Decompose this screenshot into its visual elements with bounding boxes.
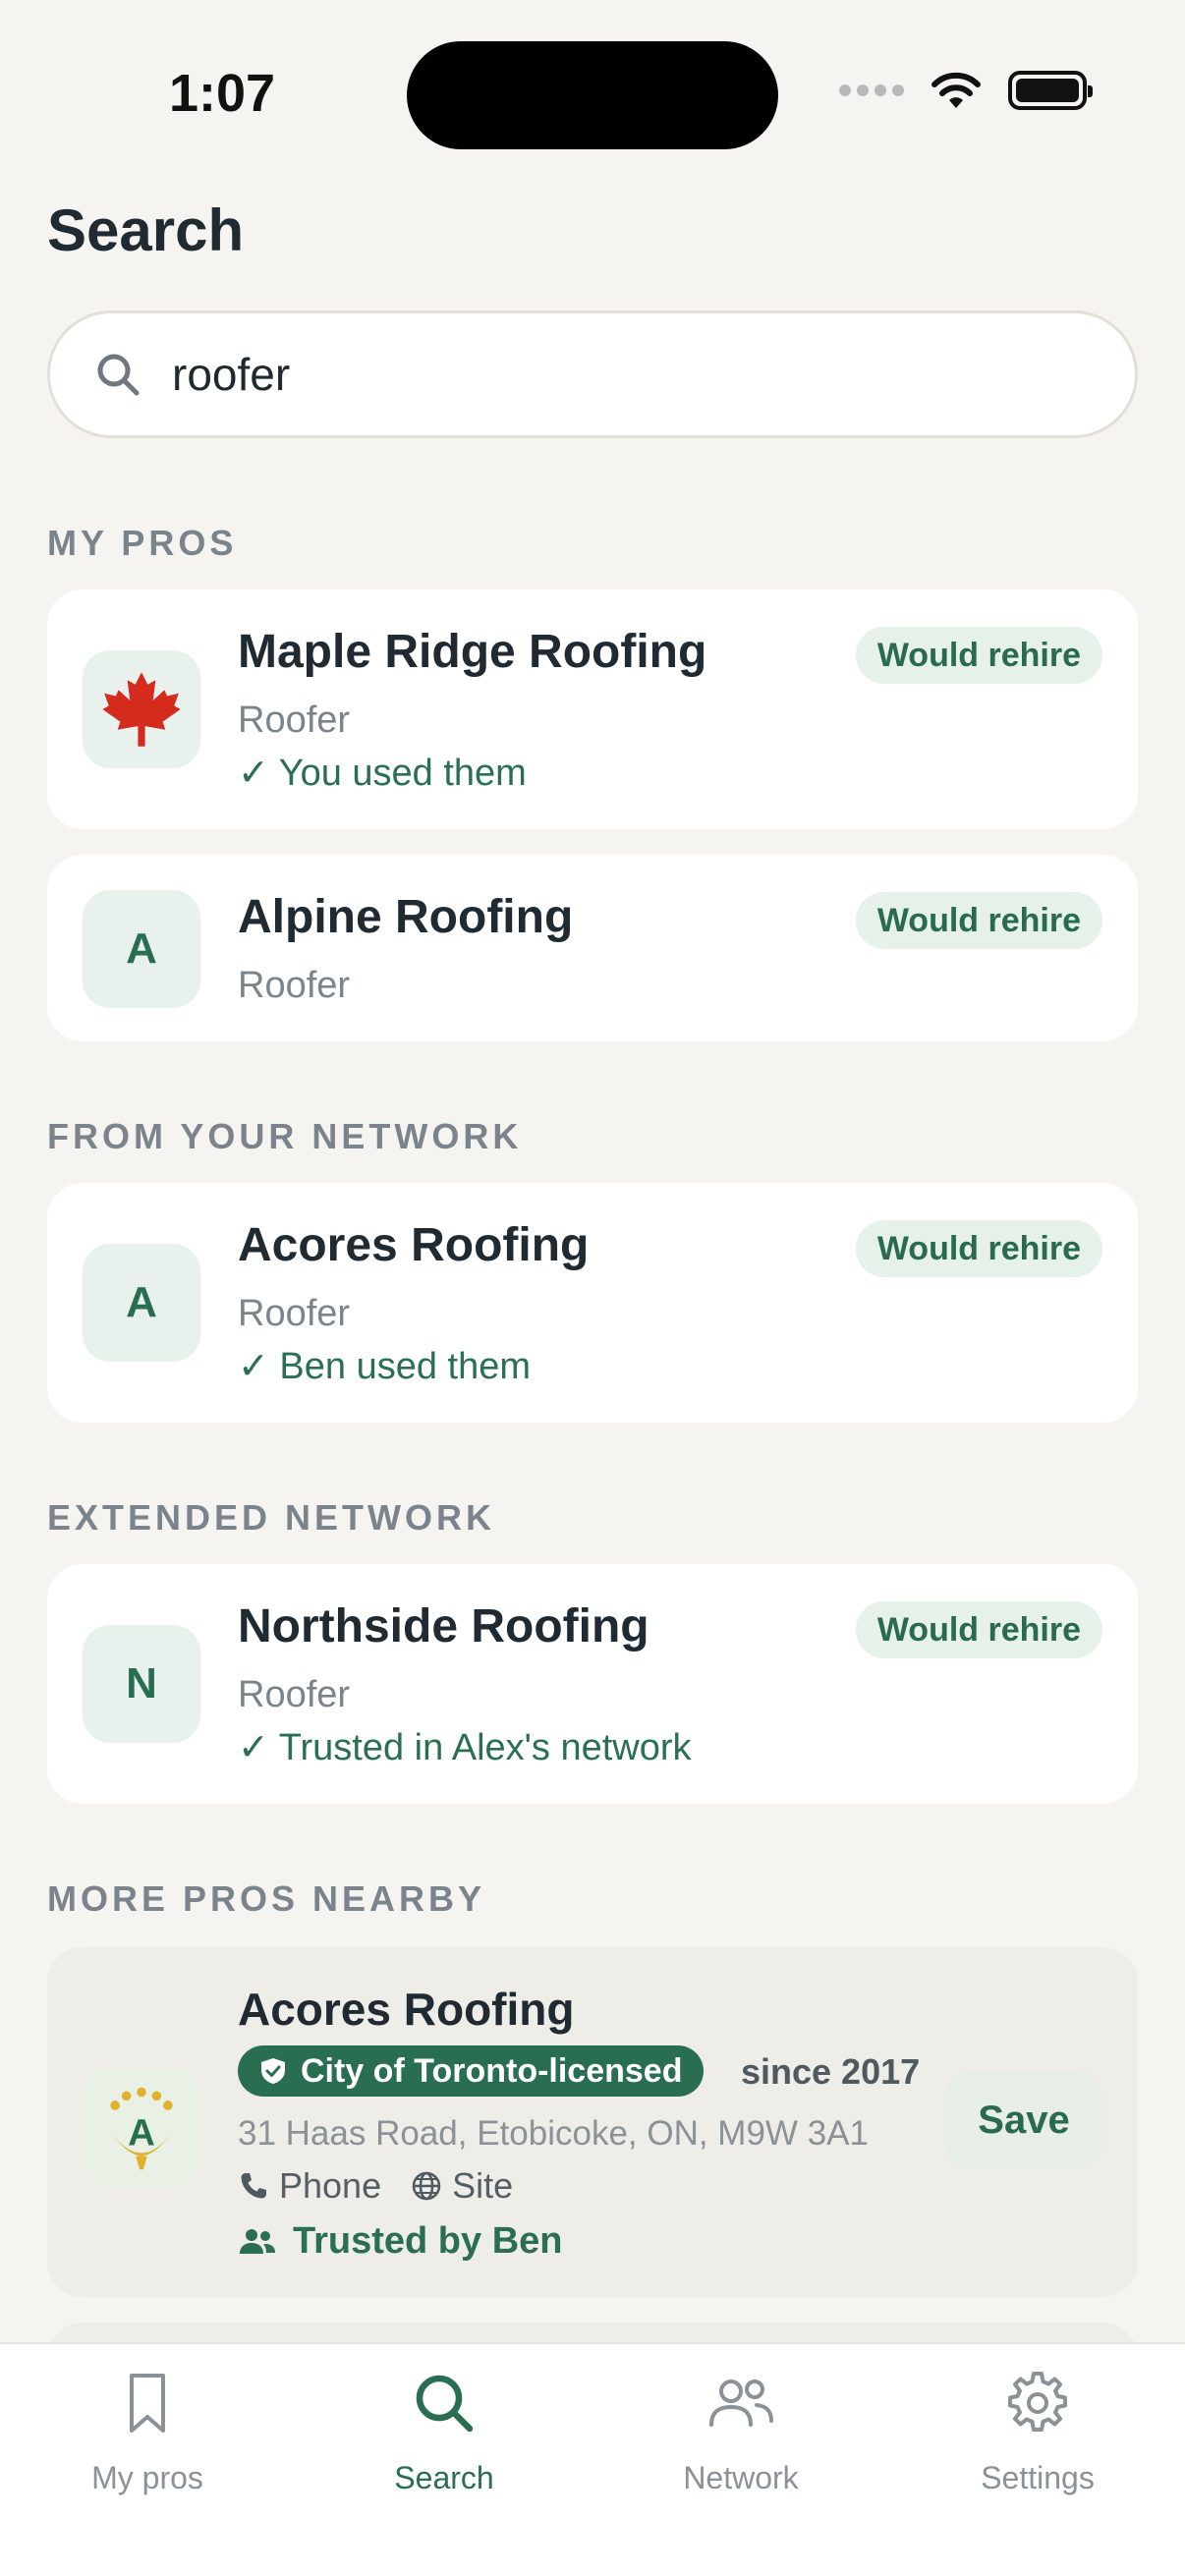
dynamic-island: [407, 41, 778, 149]
license-badge: City of Toronto-licensed: [238, 2045, 705, 2097]
people-icon: [240, 2228, 275, 2254]
avatar: A: [83, 890, 200, 1008]
used-note: ✓ Ben used them: [238, 1346, 532, 1387]
contact-links: Phone Site: [238, 2165, 513, 2207]
address: 31 Haas Road, Etobicoke, ON, M9W 3A1: [238, 2114, 869, 2153]
pro-name: Acores Roofing: [238, 1984, 575, 2035]
tab-bar: My pros Search Network Settings: [0, 2342, 1185, 2576]
battery-icon: [1008, 71, 1093, 110]
status-time: 1:07: [169, 64, 276, 123]
tab-label: Network: [683, 2460, 799, 2495]
used-note: ✓ Trusted in Alex's network: [238, 1727, 692, 1768]
tab-my-pros[interactable]: My pros: [29, 2366, 265, 2496]
nearby-pro-card[interactable]: A Acores Roofing City of Toronto-license…: [47, 1947, 1138, 2297]
pro-name: Alpine Roofing: [238, 891, 574, 943]
phone-link[interactable]: Phone: [238, 2165, 381, 2207]
tab-search[interactable]: Search: [326, 2366, 562, 2496]
site-link[interactable]: Site: [411, 2165, 513, 2207]
pro-name: Northside Roofing: [238, 1600, 649, 1652]
pro-card-alpine[interactable]: A Alpine Roofing Roofer Would rehire: [47, 855, 1138, 1041]
section-heading-from-network: FROM YOUR NETWORK: [47, 1116, 523, 1156]
save-button[interactable]: Save: [945, 2071, 1102, 2169]
maple-leaf-icon: [102, 672, 181, 747]
pro-type: Roofer: [238, 1674, 351, 1715]
trusted-by: Trusted by Ben: [238, 2220, 563, 2263]
pro-type: Roofer: [238, 1293, 351, 1334]
search-icon: [97, 354, 140, 396]
search-bar[interactable]: [47, 310, 1138, 438]
pro-type: Roofer: [238, 700, 351, 741]
tab-label: Search: [394, 2460, 494, 2495]
laurel-logo-icon: A: [110, 2087, 173, 2170]
logo-letter: A: [128, 2111, 155, 2154]
pro-card-acores-network[interactable]: A Acores Roofing Roofer ✓ Ben used them …: [47, 1183, 1138, 1423]
pro-card-northside[interactable]: N Northside Roofing Roofer ✓ Trusted in …: [47, 1564, 1138, 1804]
status-icons: [839, 71, 1093, 110]
search-input[interactable]: [172, 348, 1056, 401]
tab-settings[interactable]: Settings: [920, 2366, 1156, 2496]
page-title: Search: [47, 197, 245, 263]
tab-label: Settings: [981, 2460, 1095, 2495]
wifi-icon: [931, 72, 981, 108]
avatar: A: [83, 1244, 200, 1362]
phone-icon: [241, 2173, 266, 2199]
shield-check-icon: [261, 2058, 285, 2084]
pro-name: Acores Roofing: [238, 1219, 590, 1271]
license-text: City of Toronto-licensed: [301, 2051, 683, 2090]
search-icon: [416, 2375, 474, 2433]
site-label: Site: [452, 2165, 514, 2206]
trusted-text: Trusted by Ben: [293, 2220, 563, 2262]
would-rehire-badge: Would rehire: [855, 892, 1102, 949]
section-heading-nearby: MORE PROS NEARBY: [47, 1878, 486, 1919]
tab-label: My pros: [91, 2460, 203, 2495]
section-heading-extended-network: EXTENDED NETWORK: [47, 1497, 496, 1538]
avatar: N: [83, 1625, 200, 1743]
business-logo: A: [83, 2069, 200, 2187]
used-note: ✓ You used them: [238, 753, 527, 794]
people-icon: [709, 2380, 773, 2427]
would-rehire-badge: Would rehire: [855, 1220, 1102, 1277]
phone-label: Phone: [279, 2165, 382, 2206]
would-rehire-badge: Would rehire: [855, 1601, 1102, 1658]
tab-network[interactable]: Network: [623, 2366, 859, 2496]
bookmark-icon: [130, 2374, 165, 2433]
pro-type: Roofer: [238, 965, 351, 1006]
section-heading-my-pros: MY PROS: [47, 523, 238, 563]
pro-card-maple-ridge[interactable]: Maple Ridge Roofing Roofer ✓ You used th…: [47, 589, 1138, 829]
would-rehire-badge: Would rehire: [855, 627, 1102, 684]
avatar: [83, 650, 200, 768]
globe-icon: [412, 2171, 441, 2201]
since-year: since 2017: [741, 2051, 921, 2092]
pro-name: Maple Ridge Roofing: [238, 626, 707, 678]
gear-icon: [1008, 2372, 1067, 2432]
cellular-signal-icon: [839, 84, 904, 96]
